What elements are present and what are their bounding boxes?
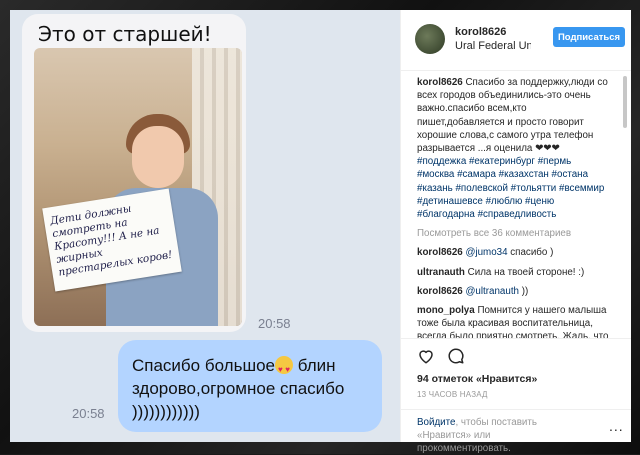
likes-number: 94 отметок [417, 373, 474, 385]
comments-scrollbar[interactable] [623, 76, 627, 338]
post-header: korol8626 Ural Federal Univ... Подписать… [401, 10, 631, 71]
comment-username[interactable]: ultranauth [417, 267, 465, 278]
more-options-icon[interactable]: ... [609, 418, 624, 434]
comment-item: mono_polya Помнится у нашего малыша тоже… [417, 304, 611, 338]
avatar[interactable] [415, 24, 445, 54]
incoming-message-bubble: Это от старшей! Дети должны смотреть на … [22, 14, 246, 332]
post-photo[interactable]: Это от старшей! Дети должны смотреть на … [10, 10, 400, 442]
comment-item: korol8626 @ultranauth )) [417, 285, 611, 298]
caption-text: Спасибо за поддержку,люди со всех городо… [417, 77, 608, 155]
login-prompt: Войдите, чтобы поставить «Нравится» или … [401, 409, 631, 454]
likes-count[interactable]: 94 отметок «Нравится» [417, 373, 537, 385]
sign-text: Дети должны смотреть на Красоту!!! А не … [49, 202, 174, 279]
comment-item: korol8626 @jumo34 спасибо ) [417, 246, 611, 259]
comment-username[interactable]: korol8626 [417, 286, 463, 297]
caption: korol8626 Спасибо за поддержку,люди со в… [417, 76, 611, 221]
login-text: Войдите, чтобы поставить «Нравится» или … [417, 416, 587, 455]
outgoing-message-time: 20:58 [72, 406, 105, 421]
header-username[interactable]: korol8626 [455, 26, 506, 38]
comment-username[interactable]: mono_polya [417, 305, 475, 316]
incoming-message-time: 20:58 [258, 316, 291, 331]
post-modal: Это от старшей! Дети должны смотреть на … [10, 10, 631, 454]
post-side-panel: korol8626 Ural Federal Univ... Подписать… [400, 10, 631, 454]
comment-text: спасибо ) [507, 247, 554, 259]
outgoing-message-text: Спасибо большое блин здорово,огромное сп… [132, 354, 372, 423]
child-face [132, 126, 184, 188]
outgoing-text-start: Спасибо большое [132, 356, 275, 375]
caption-username[interactable]: korol8626 [417, 77, 463, 88]
heart-icon[interactable] [417, 347, 435, 365]
child-photo: Дети должны смотреть на Красоту!!! А не … [34, 48, 242, 326]
comment-username[interactable]: korol8626 [417, 247, 463, 258]
comment-text: Сила на твоей стороне! :) [467, 266, 585, 278]
comments-list[interactable]: korol8626 Спасибо за поддержку,люди со в… [417, 76, 611, 338]
comment-item: ultranauth Сила на твоей стороне! :) [417, 266, 611, 279]
post-timestamp: 13 ЧАСОВ НАЗАД [417, 390, 488, 399]
likes-label: «Нравится» [473, 373, 538, 385]
caption-hashtags[interactable]: #поддежка #екатеринбург #пермь #москва #… [417, 156, 604, 220]
post-actions: 94 отметок «Нравится» 13 ЧАСОВ НАЗАД Вой… [401, 338, 631, 454]
comment-mention[interactable]: @jumo34 [465, 247, 507, 258]
comment-icon[interactable] [447, 347, 465, 365]
view-all-comments-link[interactable]: Посмотреть все 36 комментариев [417, 227, 611, 240]
scrollbar-thumb[interactable] [623, 76, 627, 128]
comment-mention[interactable]: @ultranauth [465, 286, 519, 297]
heart-eyes-emoji-icon [275, 356, 293, 381]
comment-text: )) [519, 285, 529, 297]
outgoing-message-bubble: Спасибо большое блин здорово,огромное сп… [118, 340, 382, 432]
header-location[interactable]: Ural Federal Univ... [455, 40, 531, 52]
incoming-message-title: Это от старшей! [38, 22, 212, 46]
follow-button[interactable]: Подписаться [553, 27, 625, 47]
login-link[interactable]: Войдите [417, 417, 455, 428]
